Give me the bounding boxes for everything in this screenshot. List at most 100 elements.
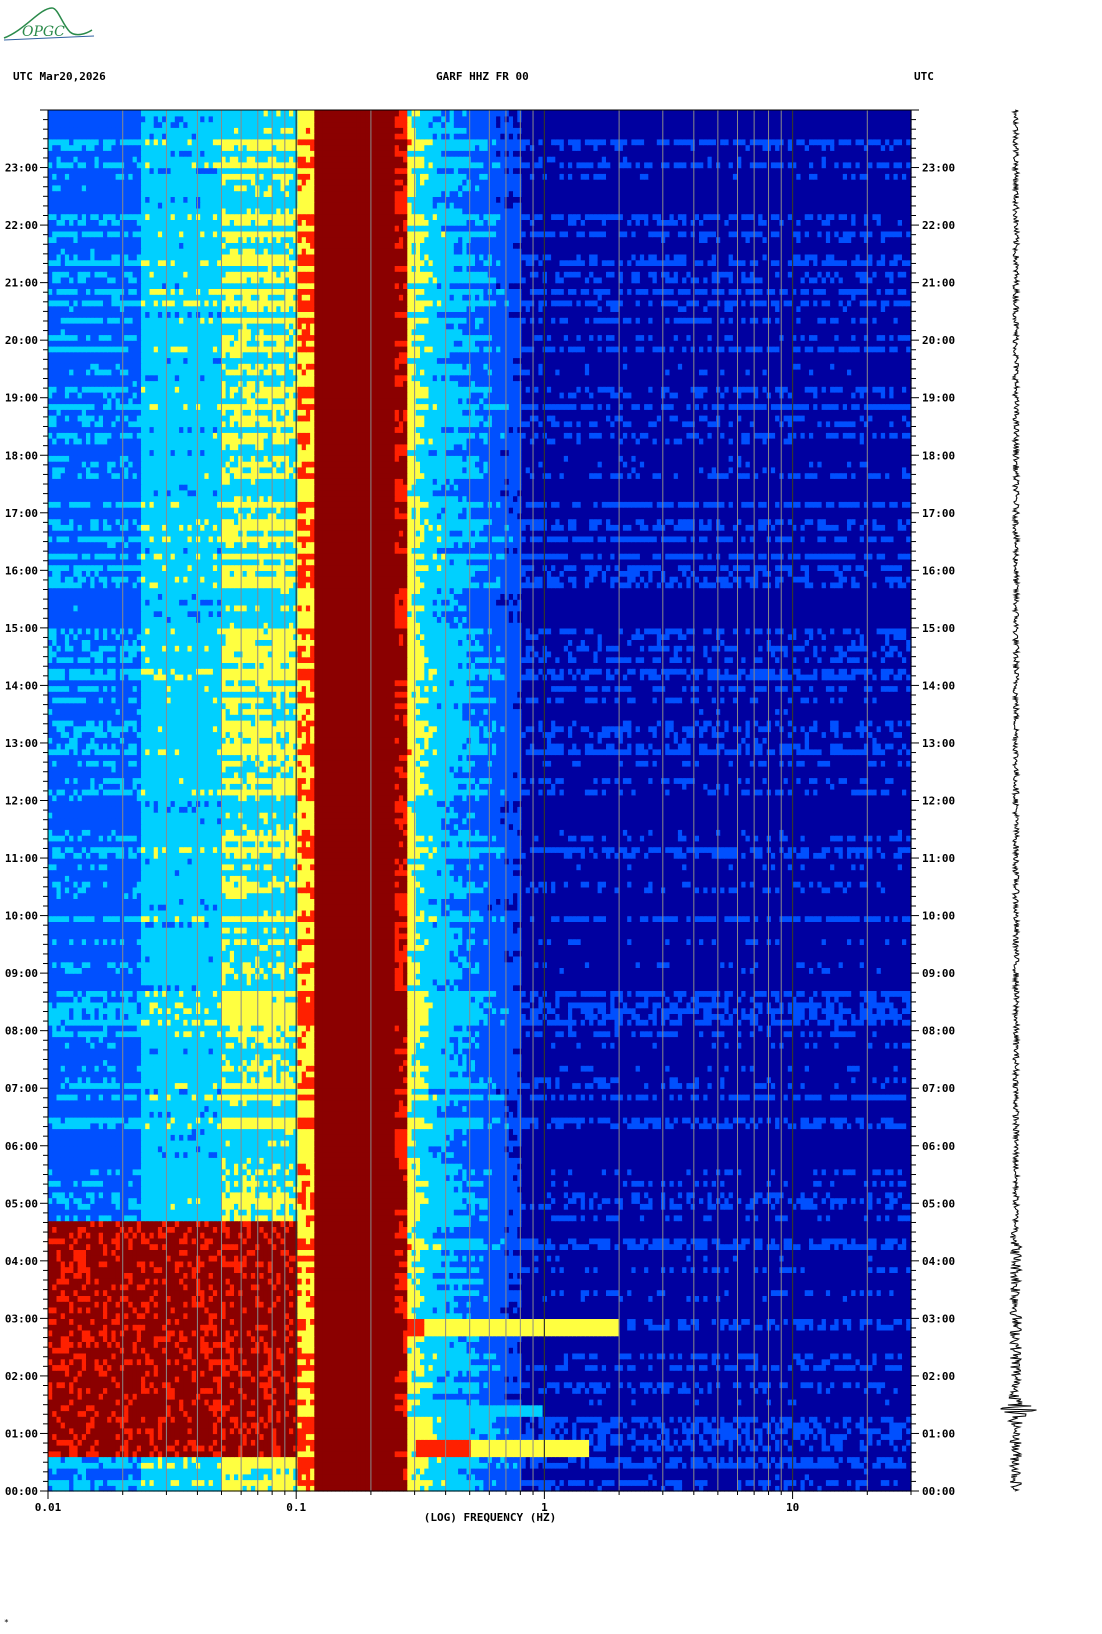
heatmap-cell (868, 1451, 873, 1457)
heatmap-cell (585, 1416, 590, 1422)
heatmap-cell (822, 1410, 827, 1416)
heatmap-cell (877, 1422, 882, 1428)
heatmap-cell (779, 1364, 784, 1370)
heatmap-cell (509, 1445, 514, 1451)
heatmap-cell (784, 1376, 789, 1382)
heatmap-cell (644, 1364, 649, 1370)
heatmap-cell (763, 1434, 768, 1440)
heatmap-cell (767, 1428, 772, 1434)
heatmap-cell (365, 1462, 370, 1468)
heatmap-cell (754, 1480, 759, 1486)
heatmap-cell (496, 1364, 501, 1370)
heatmap-cell (665, 1428, 670, 1434)
heatmap-cell (458, 1399, 463, 1405)
heatmap-cell (724, 1462, 729, 1468)
heatmap-cell (801, 1439, 806, 1445)
heatmap-cell (691, 1410, 696, 1416)
heatmap-cell (357, 1451, 362, 1457)
heatmap-cell (86, 1382, 91, 1388)
heatmap-cell (517, 1468, 522, 1474)
heatmap-cell (754, 1393, 759, 1399)
heatmap-cell (200, 1439, 205, 1445)
heatmap-cell (374, 1468, 379, 1474)
heatmap-cell (670, 1422, 675, 1428)
heatmap-cell (699, 1451, 704, 1457)
heatmap-cell (365, 1480, 370, 1486)
heatmap-cell (424, 1462, 429, 1468)
heatmap-cell (150, 1364, 155, 1370)
heatmap-cell (374, 1428, 379, 1434)
heatmap-cell (226, 1364, 231, 1370)
heatmap-cell (302, 1439, 307, 1445)
heatmap-cell (272, 1480, 277, 1486)
heatmap-cell (386, 1376, 391, 1382)
heatmap-cell (526, 1376, 531, 1382)
heatmap-cell (526, 1445, 531, 1451)
heatmap-cell (69, 1393, 74, 1399)
heatmap-cell (505, 1387, 510, 1393)
heatmap-cell (877, 1468, 882, 1474)
heatmap-cell (475, 1364, 480, 1370)
heatmap-cell (906, 1457, 911, 1463)
heatmap-cell (805, 1445, 810, 1451)
heatmap-cell (103, 1387, 108, 1393)
heatmap-cell (61, 1364, 66, 1370)
heatmap-cell (179, 1428, 184, 1434)
heatmap-cell (124, 1434, 129, 1440)
heatmap-cell (889, 1428, 894, 1434)
heatmap-cell (598, 1376, 603, 1382)
heatmap-cell (340, 1387, 345, 1393)
heatmap-cell (627, 1434, 632, 1440)
heatmap-cell (682, 1457, 687, 1463)
heatmap-cell (276, 1387, 281, 1393)
heatmap-cell (657, 1428, 662, 1434)
heatmap-cell (839, 1359, 844, 1365)
heatmap-cell (483, 1399, 488, 1405)
heatmap-cell (276, 1405, 281, 1411)
heatmap-cell (868, 1359, 873, 1365)
heatmap-cell (361, 1468, 366, 1474)
heatmap-cell (712, 1364, 717, 1370)
heatmap-cell (221, 1370, 226, 1376)
heatmap-cell (631, 1376, 636, 1382)
heatmap-cell (378, 1451, 383, 1457)
heatmap-cell (319, 1405, 324, 1411)
heatmap-cell (395, 1428, 400, 1434)
heatmap-cell (310, 1474, 315, 1480)
heatmap-cell (754, 1382, 759, 1388)
heatmap-cell (817, 1445, 822, 1451)
heatmap-cell (475, 1353, 480, 1359)
heatmap-cell (471, 1474, 476, 1480)
heatmap-cell (631, 1439, 636, 1445)
heatmap-cell (543, 1445, 548, 1451)
heatmap-cell (475, 1382, 480, 1388)
heatmap-cell (204, 1416, 209, 1422)
heatmap-cell (247, 1457, 252, 1463)
heatmap-cell (843, 1382, 848, 1388)
heatmap-cell (306, 1370, 311, 1376)
heatmap-cell (204, 1410, 209, 1416)
heatmap-cell (809, 1405, 814, 1411)
heatmap-cell (851, 1480, 856, 1486)
heatmap-cell (623, 1376, 628, 1382)
heatmap-cell (166, 1376, 171, 1382)
heatmap-cell (682, 1393, 687, 1399)
heatmap-cell (847, 1451, 852, 1457)
heatmap-cell (805, 1422, 810, 1428)
heatmap-cell (716, 1457, 721, 1463)
heatmap-cell (238, 1399, 243, 1405)
heatmap-cell (234, 1410, 239, 1416)
heatmap-cell (602, 1422, 607, 1428)
heatmap-cell (361, 1416, 366, 1422)
heatmap-cell (712, 1393, 717, 1399)
heatmap-cell (644, 1353, 649, 1359)
heatmap-cell (488, 1376, 493, 1382)
heatmap-cell (530, 1457, 535, 1463)
heatmap-cell (306, 1445, 311, 1451)
heatmap-cell (843, 1451, 848, 1457)
heatmap-cell (691, 1376, 696, 1382)
heatmap-cell (834, 1462, 839, 1468)
heatmap-cell (276, 1445, 281, 1451)
heatmap-cell (234, 1422, 239, 1428)
heatmap-cell (247, 1399, 252, 1405)
